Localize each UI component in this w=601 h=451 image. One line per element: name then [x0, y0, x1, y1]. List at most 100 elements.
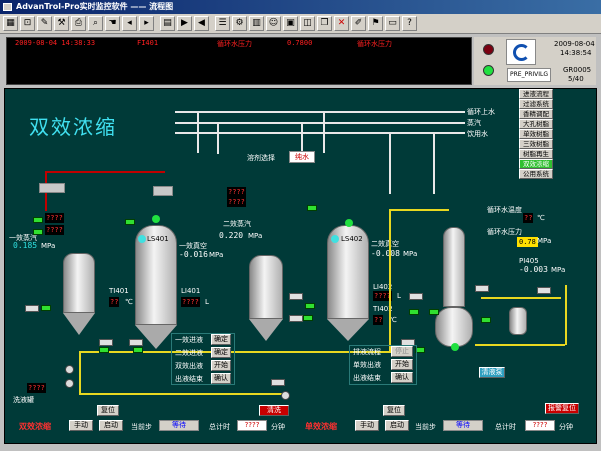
list-icon[interactable]: ☰	[215, 16, 230, 31]
prev-icon[interactable]: ◂	[122, 16, 137, 31]
pipe	[323, 113, 325, 153]
ti401-unit: ℃	[125, 298, 133, 306]
rctrl-button-0[interactable]: 停止	[391, 346, 413, 357]
reset-button-right[interactable]: 复位	[383, 405, 405, 416]
preheater-tank-1[interactable]	[63, 253, 95, 313]
menu-item-1[interactable]: 过滤系统	[519, 99, 553, 109]
rctrl-label-2: 出液结束	[353, 374, 381, 382]
alarm-panel[interactable]: 2009-08-04 14:38:33 FI401 循环水压力 0.7800 循…	[6, 37, 472, 85]
report-icon[interactable]: ▣	[283, 16, 298, 31]
menu-item-4[interactable]: 单效树脂	[519, 129, 553, 139]
trend-icon[interactable]: ◫	[300, 16, 315, 31]
back-icon[interactable]: ◀	[194, 16, 209, 31]
help-icon[interactable]: ?	[402, 16, 417, 31]
separator-vessel[interactable]	[435, 307, 473, 347]
cw-press-value: 0.78	[517, 237, 538, 247]
run-indicator	[133, 347, 143, 353]
tool-icon[interactable]: ⚒	[54, 16, 69, 31]
settings-icon[interactable]: ⚑	[368, 16, 383, 31]
status-page: 5/40	[568, 75, 584, 83]
menu-item-5[interactable]: 三效树脂	[519, 139, 553, 149]
rctrl-button-1[interactable]: 开始	[391, 359, 413, 370]
pump-icon[interactable]	[281, 391, 290, 400]
process-pipe	[565, 285, 567, 345]
run-indicator	[125, 219, 135, 225]
valve-icon[interactable]	[99, 339, 113, 346]
ti402-value: ??	[373, 315, 384, 325]
ctrl-button-2[interactable]: 开始	[211, 360, 231, 371]
ctrl-button-1[interactable]: 确定	[211, 347, 231, 358]
receiver-tank[interactable]	[509, 307, 527, 335]
ctrl-label-3: 出液结束	[175, 375, 203, 383]
right-start-button[interactable]: 启动	[385, 420, 409, 431]
stage1-vac-value: -0.016	[179, 250, 208, 259]
alarm-status: 循环水压力	[357, 40, 392, 48]
hand-icon[interactable]: ☚	[105, 16, 120, 31]
rctrl-button-2[interactable]: 确认	[391, 372, 413, 383]
left-manual-button[interactable]: 手动	[69, 420, 93, 431]
menu-item-8[interactable]: 公用系统	[519, 169, 553, 179]
user-icon[interactable]: ☺	[266, 16, 281, 31]
ctrl-button-3[interactable]: 确认	[211, 373, 231, 384]
valve-icon[interactable]	[475, 285, 489, 292]
clear-pump-button[interactable]: 清液泵	[479, 367, 505, 378]
alarm-reset-button[interactable]: 报警复位	[545, 403, 579, 414]
valve-icon[interactable]	[409, 293, 423, 300]
window-title-bar: AdvanTrol-Pro实时监控软件 —— 流程图	[0, 0, 601, 14]
left-time-value: ????	[237, 420, 267, 431]
right-time-value: ????	[525, 420, 555, 431]
document-icon[interactable]: ▭	[385, 16, 400, 31]
open-icon[interactable]: ⊡	[20, 16, 35, 31]
edit-icon[interactable]: ✎	[37, 16, 52, 31]
ctrl-button-0[interactable]: 确定	[211, 334, 231, 345]
condenser-column[interactable]	[443, 227, 465, 307]
right-manual-button[interactable]: 手动	[355, 420, 379, 431]
double-effect-title: 双效浓缩	[19, 422, 51, 431]
forward-icon[interactable]: ▶	[177, 16, 192, 31]
status-area: PRE_PRIVILG 2009-08-04 14:38:54 GR0005 5…	[474, 37, 596, 85]
app-menu-icon[interactable]: ▦	[3, 16, 18, 31]
menu-item-2[interactable]: 香精调配	[519, 109, 553, 119]
process-pipe	[389, 209, 449, 211]
window-icon[interactable]: ❐	[317, 16, 332, 31]
clean-button[interactable]: 清洗	[259, 405, 289, 416]
legend-steam: 蒸汽	[467, 119, 481, 127]
reset-button-left[interactable]: 复位	[97, 405, 119, 416]
menu-item-6[interactable]: 树脂再生	[519, 149, 553, 159]
left-step-value: 等待	[159, 420, 199, 431]
grid-icon[interactable]: ▤	[160, 16, 175, 31]
run-indicator	[33, 217, 43, 223]
valve-icon[interactable]	[271, 379, 285, 386]
left-start-button[interactable]: 启动	[99, 420, 123, 431]
pipe	[389, 134, 391, 194]
status-code: GR0005	[563, 66, 592, 74]
run-indicator	[307, 205, 317, 211]
legend-water: 循环上水	[467, 108, 495, 116]
preheater-tank-2[interactable]	[249, 255, 283, 319]
right-time-unit: 分钟	[559, 423, 573, 431]
graph-icon[interactable]: ▥	[249, 16, 264, 31]
search-icon[interactable]: ⌕	[88, 16, 103, 31]
valve-icon[interactable]	[129, 339, 143, 346]
close-icon[interactable]: ✕	[334, 16, 349, 31]
preheater-tank-1-cone	[63, 313, 95, 335]
valve-icon[interactable]	[25, 305, 39, 312]
solvent-select[interactable]: 纯水	[289, 151, 315, 163]
menu-item-0[interactable]: 进液流程	[519, 89, 553, 99]
cw-temp-unit: ℃	[537, 214, 545, 222]
process-pipe	[79, 351, 81, 395]
menu-item-7-active[interactable]: 双效浓缩	[519, 159, 553, 169]
valve-icon[interactable]	[289, 315, 303, 322]
valve-icon[interactable]	[289, 293, 303, 300]
stage2-steam-unit: MPa	[248, 232, 263, 240]
pump-icon[interactable]	[65, 365, 74, 374]
next-icon[interactable]: ▸	[139, 16, 154, 31]
print-icon[interactable]: ⎙	[71, 16, 86, 31]
run-indicator	[303, 315, 313, 321]
edit2-icon[interactable]: ✐	[351, 16, 366, 31]
pump-icon[interactable]	[65, 379, 74, 388]
config-icon[interactable]: ⚙	[232, 16, 247, 31]
alarm-datetime: 2009-08-04 14:38:33	[15, 39, 96, 47]
menu-item-3[interactable]: 大孔树脂	[519, 119, 553, 129]
valve-icon[interactable]	[537, 287, 551, 294]
